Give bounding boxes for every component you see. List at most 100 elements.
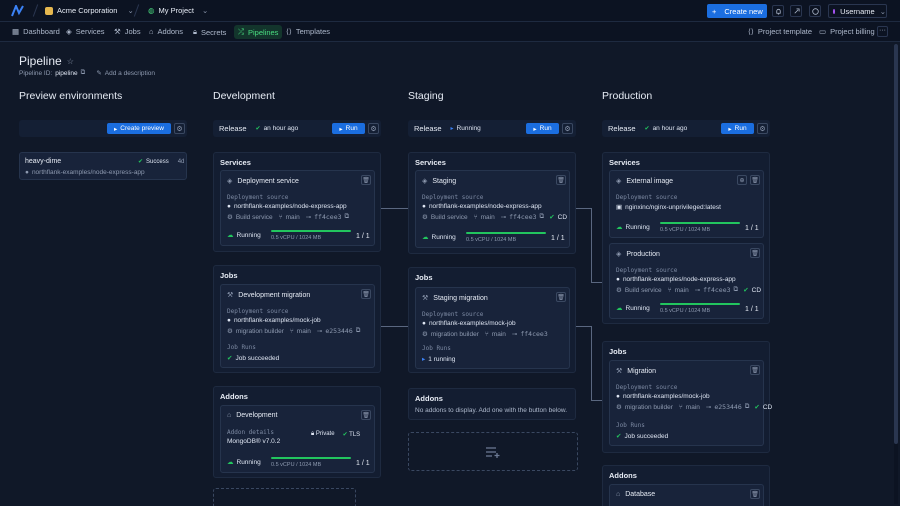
gear-icon[interactable]: ⚙ bbox=[174, 123, 185, 134]
star-icon[interactable]: ☆ bbox=[67, 57, 74, 66]
nav-label: Secrets bbox=[201, 27, 227, 37]
prod-addons-section: Addons ⌂ Database 🗑︎ bbox=[602, 465, 770, 506]
trash-icon[interactable]: 🗑︎ bbox=[750, 175, 760, 185]
run-button[interactable]: ▸ Run bbox=[526, 123, 559, 134]
copy-icon[interactable]: ⧉ bbox=[745, 403, 750, 411]
external-image-card[interactable]: ◈ External image ⊕ 🗑︎ Deployment source ▣… bbox=[609, 170, 764, 238]
section-title: Addons bbox=[220, 392, 248, 401]
nav-jobs[interactable]: ⚒ Jobs bbox=[114, 27, 141, 36]
project-billing-link[interactable]: ▭ Project billing bbox=[819, 27, 875, 36]
nav-addons[interactable]: ⌂ Addons bbox=[149, 27, 183, 36]
addon-card[interactable]: ⌂ Database 🗑︎ bbox=[609, 484, 764, 506]
job-runs-label: Job Runs bbox=[422, 345, 451, 352]
nav-services[interactable]: ◈ Services bbox=[66, 27, 105, 36]
add-addon-dropzone[interactable] bbox=[408, 432, 578, 471]
nav-secrets[interactable]: 🔒︎ Secrets bbox=[193, 27, 226, 37]
copy-icon[interactable]: ⧉ bbox=[81, 69, 86, 77]
branch-name: main bbox=[685, 403, 700, 411]
more-icon[interactable]: ··· bbox=[877, 26, 888, 37]
check-circle-icon: ✔︎ bbox=[138, 159, 144, 165]
deploy-source-label: Deployment source bbox=[227, 308, 289, 315]
resource-bar bbox=[466, 232, 546, 234]
commit-icon: ⊸ bbox=[305, 214, 312, 221]
nav-pipelines[interactable]: ⤮ Pipelines bbox=[234, 25, 283, 39]
instance-count: 1 / 1 bbox=[551, 235, 565, 242]
trash-icon[interactable]: 🗑︎ bbox=[556, 175, 566, 185]
build-icon: ⚙ bbox=[422, 331, 428, 338]
trash-icon[interactable]: 🗑︎ bbox=[556, 292, 566, 302]
gear-icon[interactable]: ⚙ bbox=[757, 123, 768, 134]
trash-icon[interactable]: 🗑︎ bbox=[750, 365, 760, 375]
nav-dashboard[interactable]: ▦ Dashboard bbox=[12, 27, 60, 36]
copy-icon[interactable]: ⧉ bbox=[540, 213, 545, 221]
create-new-button[interactable]: + Create new bbox=[707, 4, 767, 18]
repo-name: northflank-examples/mock-job bbox=[428, 320, 516, 327]
help-icon[interactable] bbox=[809, 5, 821, 17]
resources-label: 0.5 vCPU / 1024 MB bbox=[466, 237, 517, 243]
column-title-staging: Staging bbox=[408, 90, 444, 102]
commit-hash: ff4cee3 bbox=[520, 330, 548, 338]
run-button[interactable]: ▸ Run bbox=[721, 123, 754, 134]
edit-icon[interactable]: ✎ bbox=[96, 69, 101, 77]
rocket-icon[interactable] bbox=[790, 5, 802, 17]
branch-icon: ⑂ bbox=[484, 330, 489, 338]
trash-icon[interactable]: 🗑︎ bbox=[750, 489, 760, 499]
column-title-production: Production bbox=[602, 90, 653, 102]
dev-jobs-section: Jobs ⚒ Development migration 🗑︎ Deploymen… bbox=[213, 265, 381, 373]
project-template-link[interactable]: ⟨⟩ Project template bbox=[748, 27, 812, 36]
plus-icon: + bbox=[712, 6, 717, 16]
job-run-status: Job succeeded bbox=[624, 432, 669, 440]
repo-name: northflank-examples/node-express-app bbox=[428, 203, 542, 210]
create-preview-button[interactable]: ▸ Create preview bbox=[107, 123, 171, 134]
scrollbar[interactable] bbox=[894, 44, 898, 504]
job-card[interactable]: ⚒ Migration 🗑︎ Deployment source ● northfl… bbox=[609, 360, 772, 446]
branch-name: main bbox=[285, 213, 300, 221]
commit-icon: ⊸ bbox=[511, 331, 518, 338]
branch-name: main bbox=[480, 213, 495, 221]
project-switcher[interactable]: ◍ My Project ⌄ bbox=[148, 6, 208, 15]
service-card[interactable]: ◈ Deployment service 🗑︎ Deployment source… bbox=[220, 170, 375, 246]
addon-name: Database bbox=[625, 491, 656, 498]
build-icon: ⚙ bbox=[422, 214, 428, 221]
user-menu[interactable]: Username ⌄ bbox=[828, 4, 887, 18]
running-status: Running bbox=[625, 223, 650, 231]
job-runs-label: Job Runs bbox=[227, 344, 256, 351]
job-card[interactable]: ⚒ Staging migration 🗑︎ Deployment source … bbox=[415, 287, 570, 369]
copy-icon[interactable]: ⧉ bbox=[734, 286, 739, 294]
copy-icon[interactable]: ⧉ bbox=[345, 213, 350, 221]
trash-icon[interactable]: 🗑︎ bbox=[750, 248, 760, 258]
trash-icon[interactable]: 🗑︎ bbox=[361, 175, 371, 185]
logo-icon[interactable] bbox=[11, 5, 24, 17]
private-label: Private bbox=[315, 431, 335, 437]
avatar bbox=[833, 8, 836, 14]
trash-icon[interactable]: 🗑︎ bbox=[361, 289, 371, 299]
nav-templates[interactable]: ⟨⟩ Templates bbox=[286, 27, 330, 36]
addon-card[interactable]: ⌂ Development 🗑︎ Addon details MongoDB® v… bbox=[220, 405, 375, 473]
add-addon-dropzone[interactable] bbox=[213, 488, 356, 506]
commit-icon: ⊸ bbox=[316, 328, 323, 335]
pipeline-id-value: pipeline bbox=[55, 69, 78, 77]
commit-hash: e253446 bbox=[714, 403, 742, 411]
copy-icon[interactable]: ⧉ bbox=[356, 327, 361, 335]
globe-icon[interactable]: ⊕ bbox=[737, 175, 747, 185]
trash-icon[interactable]: 🗑︎ bbox=[361, 410, 371, 420]
cd-badge: CD bbox=[762, 403, 773, 411]
branch-name: main bbox=[296, 327, 311, 335]
service-card[interactable]: ◈ Production 🗑︎ Deployment source ● northf… bbox=[609, 243, 764, 319]
check-circle-icon: ✔︎ bbox=[549, 214, 555, 221]
deploy-source-label: Deployment source bbox=[227, 194, 289, 201]
run-button[interactable]: ▸ Run bbox=[332, 123, 365, 134]
org-switcher[interactable]: Acme Corporation ⌄ bbox=[45, 6, 134, 15]
addons-icon: ⌂ bbox=[149, 27, 154, 36]
add-description-link[interactable]: Add a description bbox=[105, 70, 155, 77]
bell-icon[interactable] bbox=[772, 5, 784, 17]
github-icon: ● bbox=[422, 203, 426, 210]
page-title: Pipeline bbox=[19, 54, 62, 68]
gear-icon[interactable]: ⚙ bbox=[562, 123, 573, 134]
preview-env-card[interactable]: heavy-dime ✔︎ Success 4d ● northflank-exa… bbox=[19, 152, 187, 180]
service-card[interactable]: ◈ Staging 🗑︎ Deployment source ● northflan… bbox=[415, 170, 570, 248]
job-card[interactable]: ⚒ Development migration 🗑︎ Deployment sou… bbox=[220, 284, 375, 368]
gear-icon[interactable]: ⚙ bbox=[368, 123, 379, 134]
release-label: Release bbox=[414, 124, 442, 133]
staging-jobs-section: Jobs ⚒ Staging migration 🗑︎ Deployment so… bbox=[408, 267, 576, 373]
